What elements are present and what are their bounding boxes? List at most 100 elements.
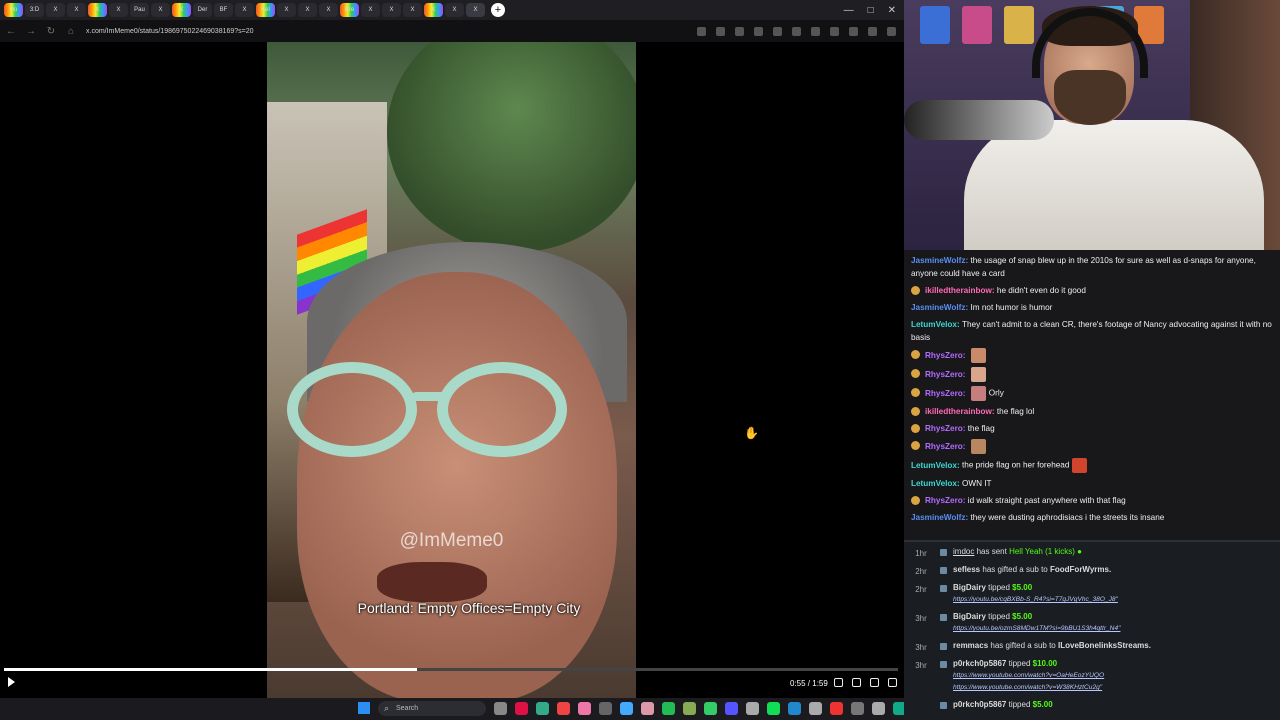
browser-tab[interactable]: X (319, 3, 338, 17)
browser-tab[interactable]: X (46, 3, 65, 17)
taskbar-app-icon[interactable] (809, 702, 822, 715)
taskbar-app-icon[interactable] (683, 702, 696, 715)
browser-tab[interactable]: X (67, 3, 86, 17)
taskbar-app-icon[interactable] (515, 702, 528, 715)
tip-link[interactable]: https://youtu.be/ozmS8MDw1TM?si=9bBU1S3h… (953, 625, 1120, 632)
browser-tab[interactable]: 3:D (25, 3, 44, 17)
windows-start-icon[interactable] (358, 702, 370, 714)
chat-username[interactable]: JasmineWolfz (911, 513, 965, 522)
browser-tab[interactable]: Bre (340, 3, 359, 17)
extension-icon[interactable] (773, 26, 782, 36)
event-target-user[interactable]: FoodForWyrms. (1050, 565, 1111, 574)
taskbar-app-icon[interactable] (830, 702, 843, 715)
tab-label: Bre (344, 7, 355, 13)
tip-link[interactable]: https://www.youtube.com/watch?v=OaHeEozY… (953, 672, 1104, 679)
taskbar-search[interactable]: Search (378, 701, 486, 716)
bookmark-star-icon[interactable] (716, 26, 725, 36)
event-username[interactable]: sefless (953, 565, 980, 574)
new-tab-button[interactable]: + (491, 3, 505, 17)
browser-tab[interactable]: X (88, 3, 107, 17)
taskbar-app-icon[interactable] (641, 702, 654, 715)
chat-username[interactable]: JasmineWolfz (911, 256, 965, 265)
taskbar-app-icon[interactable] (536, 702, 549, 715)
browser-tab[interactable]: X (424, 3, 443, 17)
browser-tab[interactable]: Ho (4, 3, 23, 17)
puzzle-icon[interactable] (811, 26, 820, 36)
sidebar-icon[interactable] (830, 26, 839, 36)
event-username[interactable]: remmacs (953, 641, 988, 650)
reload-icon[interactable]: ↻ (46, 26, 56, 37)
event-username[interactable]: imdoc (953, 547, 974, 556)
minimize-button[interactable]: — (844, 5, 854, 16)
browser-tab[interactable]: X (109, 3, 128, 17)
chat-username[interactable]: RhysZero (925, 424, 963, 433)
browser-tab[interactable]: X (235, 3, 254, 17)
volume-icon[interactable] (834, 678, 843, 687)
fullscreen-icon[interactable] (888, 678, 897, 687)
extension-icon[interactable] (735, 26, 744, 36)
chat-username[interactable]: LetumVelox (911, 320, 957, 329)
browser-tab[interactable]: X (361, 3, 380, 17)
video-player[interactable]: @ImMeme0 Portland: Empty Offices=Empty C… (0, 42, 904, 698)
pip-icon[interactable] (870, 678, 879, 687)
url-field[interactable]: x.com/ImMeme0/status/1986975022469038169… (86, 28, 687, 35)
browser-tab[interactable]: X (382, 3, 401, 17)
tip-link[interactable]: https://youtu.be/cqBXBb-S_R4?si=T7gJVgVh… (953, 596, 1118, 603)
taskbar-app-icon[interactable] (599, 702, 612, 715)
event-username[interactable]: BigDairy (953, 612, 986, 621)
forward-icon[interactable]: → (26, 26, 36, 37)
maximize-button[interactable]: □ (868, 5, 874, 16)
download-icon[interactable] (849, 26, 858, 36)
taskbar-app-icon[interactable] (767, 702, 780, 715)
chat-username[interactable]: RhysZero (925, 389, 963, 398)
close-button[interactable]: ✕ (888, 5, 896, 16)
menu-icon[interactable] (887, 26, 896, 36)
browser-tab[interactable]: Kel (256, 3, 275, 17)
taskbar-app-icon[interactable] (788, 702, 801, 715)
extension-icon[interactable] (754, 26, 763, 36)
taskbar-app-icon[interactable] (557, 702, 570, 715)
settings-icon[interactable] (852, 678, 861, 687)
tab-label: X (410, 7, 415, 13)
browser-tab[interactable]: X (277, 3, 296, 17)
chat-username[interactable]: RhysZero (925, 442, 963, 451)
extension-icon[interactable] (792, 26, 801, 36)
chat-username[interactable]: LetumVelox (911, 479, 957, 488)
browser-tab[interactable]: Pau (130, 3, 149, 17)
back-icon[interactable]: ← (6, 26, 16, 37)
play-icon[interactable] (8, 677, 15, 687)
taskbar-app-icon[interactable] (872, 702, 885, 715)
taskbar-app-icon[interactable] (746, 702, 759, 715)
chat-username[interactable]: RhysZero (925, 370, 963, 379)
install-icon[interactable] (697, 26, 706, 36)
home-icon[interactable]: ⌂ (66, 26, 76, 37)
taskbar-app-icon[interactable] (578, 702, 591, 715)
chat-username[interactable]: ikilledtherainbow (925, 407, 992, 416)
chat-username[interactable]: ikilledtherainbow (925, 286, 992, 295)
browser-tab[interactable]: X (403, 3, 422, 17)
taskbar-app-icon[interactable] (725, 702, 738, 715)
event-username[interactable]: BigDairy (953, 583, 986, 592)
taskbar-app-icon[interactable] (620, 702, 633, 715)
chat-username[interactable]: RhysZero (925, 496, 963, 505)
event-target-user[interactable]: ILoveBonelinksStreams. (1058, 641, 1151, 650)
taskbar-app-icon[interactable] (704, 702, 717, 715)
browser-tab[interactable]: X (445, 3, 464, 17)
event-username[interactable]: p0rkch0p5867 (953, 659, 1006, 668)
event-username[interactable]: p0rkch0p5867 (953, 700, 1006, 709)
taskbar-app-icon[interactable] (851, 702, 864, 715)
browser-tab[interactable]: X (172, 3, 191, 17)
profile-icon[interactable] (868, 26, 877, 36)
taskbar-app-icon[interactable] (662, 702, 675, 715)
tip-link[interactable]: https://www.youtube.com/watch?v=W38KHztC… (953, 684, 1102, 691)
browser-tab[interactable]: X (466, 3, 485, 17)
browser-tab[interactable]: X (298, 3, 317, 17)
browser-tab[interactable]: X (151, 3, 170, 17)
browser-tab[interactable]: Der (193, 3, 212, 17)
chat-username[interactable]: LetumVelox (911, 461, 957, 470)
chat-username[interactable]: JasmineWolfz (911, 303, 965, 312)
browser-tab[interactable]: BF (214, 3, 233, 17)
taskbar-app-icon[interactable] (494, 702, 507, 715)
chat-username[interactable]: RhysZero (925, 351, 963, 360)
video-progress-bar[interactable] (4, 668, 898, 671)
